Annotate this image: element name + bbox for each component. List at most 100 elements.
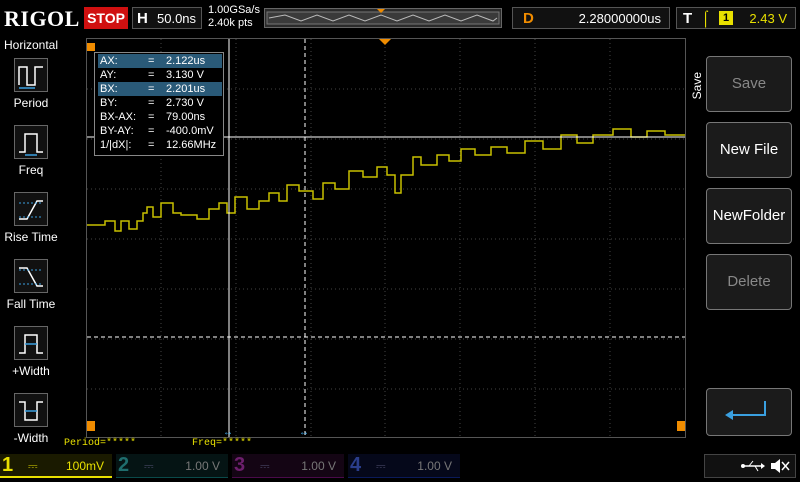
channel-number: 3 [234, 454, 246, 476]
cursor-label: BX: [100, 83, 118, 95]
cursor-row-inv-dx: 1/|dX|: = 12.66MHz [98, 138, 222, 152]
cursor-value: 2.730 V [166, 97, 204, 109]
cursor-equals: = [148, 55, 155, 67]
cursor-value: 12.66MHz [166, 139, 217, 151]
usb-icon [741, 460, 765, 472]
measure-positive-width-label: +Width [12, 364, 50, 378]
rise-time-icon [14, 192, 48, 226]
cursor-value: -400.0mV [166, 125, 214, 137]
cursor-a-marker: ↔ [223, 427, 233, 437]
measure-period-label: Period [13, 96, 49, 110]
delay-label: D [523, 10, 534, 27]
trigger-source-badge: 1 [719, 11, 733, 25]
measure-negative-width-label: -Width [13, 431, 49, 445]
measure-fall-time-button[interactable]: Fall Time [0, 259, 62, 325]
measure-positive-width-button[interactable]: +Width [0, 326, 62, 392]
channel-4-status[interactable]: 4 ⎓ 1.00 V [348, 454, 460, 478]
trigger-label: T [683, 10, 693, 27]
cursor-label: AY: [100, 69, 117, 81]
cursor-equals: = [148, 111, 155, 123]
horizontal-label: H [137, 10, 148, 27]
status-icons [741, 459, 790, 473]
cursor-row-by: BY: = 2.730 V [98, 96, 222, 110]
measure-rise-time-label: Rise Time [4, 230, 58, 244]
measure-negative-width-button[interactable]: -Width [0, 393, 62, 459]
cursor-label: BY: [100, 97, 118, 109]
fall-time-icon [14, 259, 48, 293]
delay-indicator[interactable]: D 2.28000000us [512, 7, 670, 29]
cursor-equals: = [148, 139, 155, 151]
measure-freq-label: Freq [18, 163, 44, 177]
channel-1-status[interactable]: 1 ⎓ 100mV [0, 454, 112, 478]
channel-number: 2 [118, 454, 130, 476]
cursor-row-bx: BX: = 2.201us [98, 82, 222, 96]
measure-freq-button[interactable]: Freq [0, 125, 62, 191]
cursor-label: BY-AY: [100, 125, 134, 137]
sample-rate: 1.00GSa/s [208, 4, 260, 16]
period-measurement: Period=***** [64, 438, 137, 449]
trigger-level: 2.43 V [749, 11, 787, 26]
cursor-row-bx-ax: BX-AX: = 79.00ns [98, 110, 222, 124]
speaker-mute-icon[interactable] [771, 459, 790, 473]
system-status-area [704, 454, 796, 478]
memory-depth: 2.40k pts [208, 17, 253, 29]
cursor-b-marker: ↔ [299, 427, 309, 437]
panel-title: Horizontal [3, 38, 59, 52]
dc-coupling-icon: ⎓ [28, 459, 38, 473]
delay-value: 2.28000000us [578, 11, 661, 26]
rigol-logo: RIGOL [4, 6, 80, 31]
memory-waveform-preview [265, 9, 501, 27]
channel-2-status[interactable]: 2 ⎓ 1.00 V [116, 454, 228, 478]
timebase-indicator[interactable]: H 50.0ns [132, 7, 202, 29]
cursor-readout-panel: AX: = 2.122us AY: = 3.130 V BX: = 2.201u… [94, 52, 224, 156]
rising-edge-icon: ⌠ [701, 10, 711, 27]
cursor-equals: = [148, 69, 155, 81]
dc-coupling-icon: ⎓ [260, 459, 270, 473]
memory-overview-bar [264, 8, 502, 28]
new-folder-button[interactable]: NewFolder [706, 188, 792, 244]
delete-button[interactable]: Delete [706, 254, 792, 310]
cursor-label: 1/|dX|: [100, 139, 132, 151]
measure-period-button[interactable]: Period [0, 58, 62, 124]
cursor-row-by-ay: BY-AY: = -400.0mV [98, 124, 222, 138]
ch1-offset-marker [87, 43, 95, 51]
measure-fall-time-label: Fall Time [6, 297, 56, 311]
period-icon [14, 58, 48, 92]
negative-width-icon [14, 393, 48, 427]
cursor-value: 79.00ns [166, 111, 206, 123]
channel-scale: 1.00 V [185, 459, 220, 473]
freq-measurement: Freq=***** [192, 438, 253, 449]
back-button[interactable] [706, 388, 792, 436]
trigger-delay-marker [379, 39, 391, 45]
trigger-indicator[interactable]: T ⌠ 1 2.43 V [676, 7, 796, 29]
cursor-label: AX: [100, 55, 118, 67]
dc-coupling-icon: ⎓ [144, 459, 154, 473]
ch1-level-marker-bottom [87, 421, 95, 431]
cursor-value: 2.122us [166, 55, 206, 67]
right-edge-marker-bottom [677, 421, 685, 431]
dc-coupling-icon: ⎓ [376, 459, 386, 473]
freq-icon [14, 125, 48, 159]
save-button[interactable]: Save [706, 56, 792, 112]
run-stop-button[interactable]: STOP [84, 7, 128, 29]
channel-number: 4 [350, 454, 362, 476]
channel-scale: 1.00 V [301, 459, 336, 473]
cursor-equals: = [148, 83, 155, 95]
channel-3-status[interactable]: 3 ⎓ 1.00 V [232, 454, 344, 478]
return-arrow-icon [725, 401, 766, 420]
channel-scale: 1.00 V [417, 459, 452, 473]
menu-title: Save [690, 72, 704, 100]
cursor-equals: = [148, 125, 155, 137]
timebase-value: 50.0ns [157, 11, 197, 26]
cursor-value: 3.130 V [166, 69, 204, 81]
cursor-value: 2.201us [166, 83, 206, 95]
positive-width-icon [14, 326, 48, 360]
channel-number: 1 [2, 454, 14, 476]
new-file-button[interactable]: New File [706, 122, 792, 178]
cursor-equals: = [148, 97, 155, 109]
cursor-row-ay: AY: = 3.130 V [98, 68, 222, 82]
cursor-row-ax: AX: = 2.122us [98, 54, 222, 68]
cursor-label: BX-AX: [100, 111, 137, 123]
measure-rise-time-button[interactable]: Rise Time [0, 192, 62, 258]
channel-scale: 100mV [65, 459, 104, 473]
